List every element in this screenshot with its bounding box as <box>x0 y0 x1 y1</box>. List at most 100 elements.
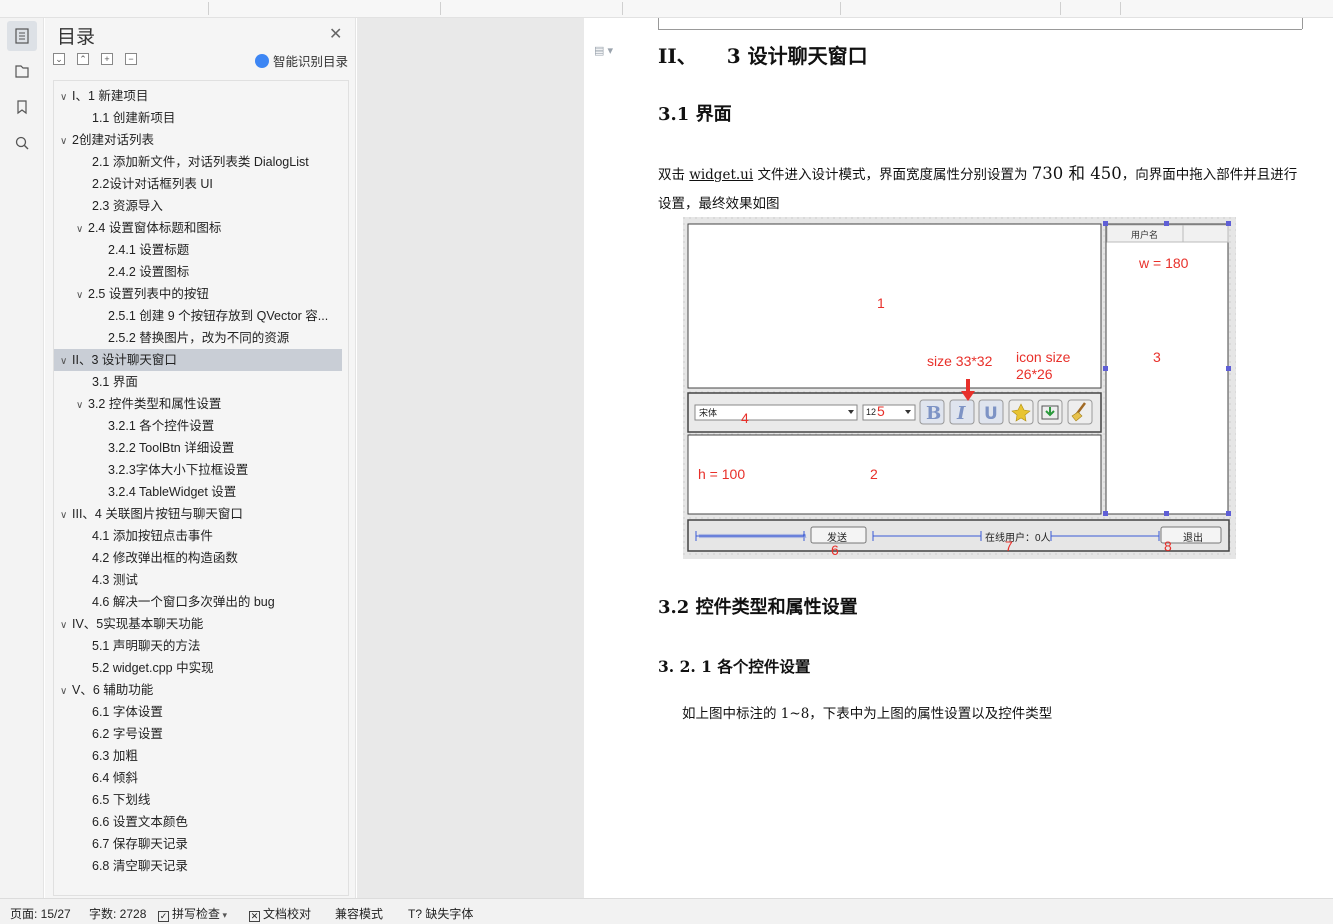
toc-item[interactable]: 2.3 资源导入 <box>54 195 342 217</box>
search-button[interactable] <box>7 128 37 158</box>
toc-item-label: 3.1 界面 <box>92 375 138 389</box>
toc-item[interactable]: 6.2 字号设置 <box>54 723 342 745</box>
toc-item[interactable]: 5.2 widget.cpp 中实现 <box>54 657 342 679</box>
size-combo-value: 12 <box>866 407 877 417</box>
spell-check-button[interactable]: ✓ 拼写检查 ▾ <box>158 905 227 922</box>
heading-1: II、 3 设计聊天窗口 <box>658 40 868 69</box>
proofread-icon: ✕ <box>249 911 260 922</box>
toc-item[interactable]: ∨ IV、5实现基本聊天功能 <box>54 613 342 635</box>
toc-item[interactable]: 1.1 创建新项目 <box>54 107 342 129</box>
close-icon[interactable]: ✕ <box>329 24 342 44</box>
toc-item[interactable]: ∨ 3.2 控件类型和属性设置 <box>54 393 342 415</box>
toc-item[interactable]: 4.2 修改弹出框的构造函数 <box>54 547 342 569</box>
body-paragraph-2: 如上图中标注的 1~8，下表中为上图的属性设置以及控件类型 <box>682 706 1053 722</box>
toc-item[interactable]: ∨ II、3 设计聊天窗口 <box>54 349 342 371</box>
toc-item[interactable]: 3.2.3字体大小下拉框设置 <box>54 459 342 481</box>
font-combo-value: 宋体 <box>699 408 718 418</box>
toc-item[interactable]: ∨ V、6 辅助功能 <box>54 679 342 701</box>
toc-item[interactable]: ∨ I、1 新建项目 <box>54 85 342 107</box>
chevron-down-icon[interactable]: ∨ <box>76 395 88 415</box>
compat-mode-label[interactable]: 兼容模式 <box>335 905 383 922</box>
toc-panel-button[interactable] <box>7 21 37 51</box>
chevron-down-icon[interactable]: ∨ <box>60 505 72 525</box>
toc-panel: 目录 ✕ ⌄ ⌃ + − 智能识别目录 ∨ I、1 新建项目 1.1 创建新项目 ∨ 2… <box>45 18 356 898</box>
smart-toc-button[interactable]: 智能识别目录 <box>255 51 348 70</box>
toc-item-label: 2.3 资源导入 <box>92 199 163 213</box>
toc-item[interactable]: 6.6 设置文本颜色 <box>54 811 342 833</box>
chevron-down-icon[interactable]: ∨ <box>60 131 72 151</box>
toc-item[interactable]: 2.4.2 设置图标 <box>54 261 342 283</box>
toc-item-label: 2.4 设置窗体标题和图标 <box>88 221 222 235</box>
add-level-icon[interactable]: + <box>101 53 113 65</box>
proofread-button[interactable]: ✕ 文档校对 <box>249 905 311 922</box>
document-page: ▤ ▾ II、 3 设计聊天窗口 3.1 界面 双击 widget.ui 文件进入… <box>584 18 1333 898</box>
toc-item[interactable]: ∨ 2.5 设置列表中的按钮 <box>54 283 342 305</box>
toc-item[interactable]: 4.6 解决一个窗口多次弹出的 bug <box>54 591 342 613</box>
page-indicator[interactable]: 页面: 15/27 <box>10 905 71 922</box>
chevron-down-icon[interactable]: ∨ <box>60 681 72 701</box>
expand-up-icon[interactable]: ⌃ <box>77 53 89 65</box>
toc-item[interactable]: 4.1 添加按钮点击事件 <box>54 525 342 547</box>
annotation-icon-size-1: icon size <box>1016 349 1071 365</box>
toc-item[interactable]: 3.2.2 ToolBtn 详细设置 <box>54 437 342 459</box>
toc-item[interactable]: 2.4.1 设置标题 <box>54 239 342 261</box>
toc-item[interactable]: 5.1 声明聊天的方法 <box>54 635 342 657</box>
toc-item-label: 3.2.3字体大小下拉框设置 <box>108 463 249 477</box>
toc-item[interactable]: 2.5.1 创建 9 个按钮存放到 QVector 容... <box>54 305 342 327</box>
toc-item-label: 5.2 widget.cpp 中实现 <box>92 661 214 675</box>
text-run: 730 <box>1031 164 1064 183</box>
toc-item[interactable]: 3.2.1 各个控件设置 <box>54 415 342 437</box>
toc-item[interactable]: 6.4 倾斜 <box>54 767 342 789</box>
navigation-pane-button[interactable] <box>7 56 37 86</box>
exit-button-label: 退出 <box>1183 533 1203 544</box>
toc-item[interactable]: 4.3 测试 <box>54 569 342 591</box>
annotation-1: 1 <box>877 295 885 311</box>
chevron-down-icon[interactable]: ∨ <box>60 87 72 107</box>
page-header-line <box>658 29 1302 30</box>
collapse-all-icon[interactable]: ⌄ <box>53 53 65 65</box>
user-table-header: 用户名 <box>1131 230 1159 240</box>
workspace-background <box>357 18 584 898</box>
annotation-4: 4 <box>741 410 749 426</box>
toc-item[interactable]: 2.5.2 替换图片，改为不同的资源 <box>54 327 342 349</box>
toc-item[interactable]: 2.2设计对话框列表 UI <box>54 173 342 195</box>
toc-item[interactable]: 3.2.4 TableWidget 设置 <box>54 481 342 503</box>
bookmark-button[interactable] <box>7 92 37 122</box>
status-bar: 页面: 15/27 字数: 2728 ✓ 拼写检查 ▾ ✕ 文档校对 兼容模式 T?… <box>0 898 1333 924</box>
toc-item-label: 2.5.2 替换图片，改为不同的资源 <box>108 331 290 345</box>
chevron-down-icon[interactable]: ∨ <box>76 219 88 239</box>
toc-item-label: 6.4 倾斜 <box>92 771 138 785</box>
toc-item-label: 6.2 字号设置 <box>92 727 163 741</box>
text-run: 文件进入设计模式，界面宽度属性分别设置为 <box>753 167 1032 183</box>
toc-item-label: IV、5实现基本聊天功能 <box>72 617 204 631</box>
outline-icon <box>15 65 29 78</box>
paragraph-menu-icon[interactable]: ▤ ▾ <box>594 44 613 57</box>
toc-item[interactable]: 6.8 清空聊天记录 <box>54 855 342 877</box>
toc-item[interactable]: 2.1 添加新文件，对话列表类 DialogList <box>54 151 342 173</box>
word-count[interactable]: 字数: 2728 <box>89 905 146 922</box>
toc-item[interactable]: 6.7 保存聊天记录 <box>54 833 342 855</box>
annotation-6: 6 <box>831 542 839 558</box>
chevron-down-icon[interactable]: ∨ <box>76 285 88 305</box>
toc-item-label: III、4 关联图片按钮与聊天窗口 <box>72 507 243 521</box>
page-corner-mark <box>1302 18 1303 29</box>
annotation-7: 7 <box>1005 538 1013 554</box>
smart-toc-label: 智能识别目录 <box>273 55 349 69</box>
chevron-down-icon[interactable]: ∨ <box>60 615 72 635</box>
missing-font-label: 缺失字体 <box>425 907 474 921</box>
remove-level-icon[interactable]: − <box>125 53 137 65</box>
toc-item[interactable]: ∨ III、4 关联图片按钮与聊天窗口 <box>54 503 342 525</box>
svg-text:I: I <box>956 403 966 424</box>
toc-item[interactable]: 6.5 下划线 <box>54 789 342 811</box>
toolbar-strip <box>0 0 1333 18</box>
toc-item-label: 4.1 添加按钮点击事件 <box>92 529 213 543</box>
toc-item[interactable]: 3.1 界面 <box>54 371 342 393</box>
toc-item-label: 2.4.2 设置图标 <box>108 265 190 279</box>
toc-item[interactable]: 6.1 字体设置 <box>54 701 342 723</box>
toc-item[interactable]: ∨ 2创建对话列表 <box>54 129 342 151</box>
svg-text:B: B <box>926 403 941 424</box>
chevron-down-icon[interactable]: ∨ <box>60 351 72 371</box>
missing-font-button[interactable]: T? 缺失字体 <box>408 905 473 922</box>
toc-item[interactable]: ∨ 2.4 设置窗体标题和图标 <box>54 217 342 239</box>
toc-item[interactable]: 6.3 加粗 <box>54 745 342 767</box>
